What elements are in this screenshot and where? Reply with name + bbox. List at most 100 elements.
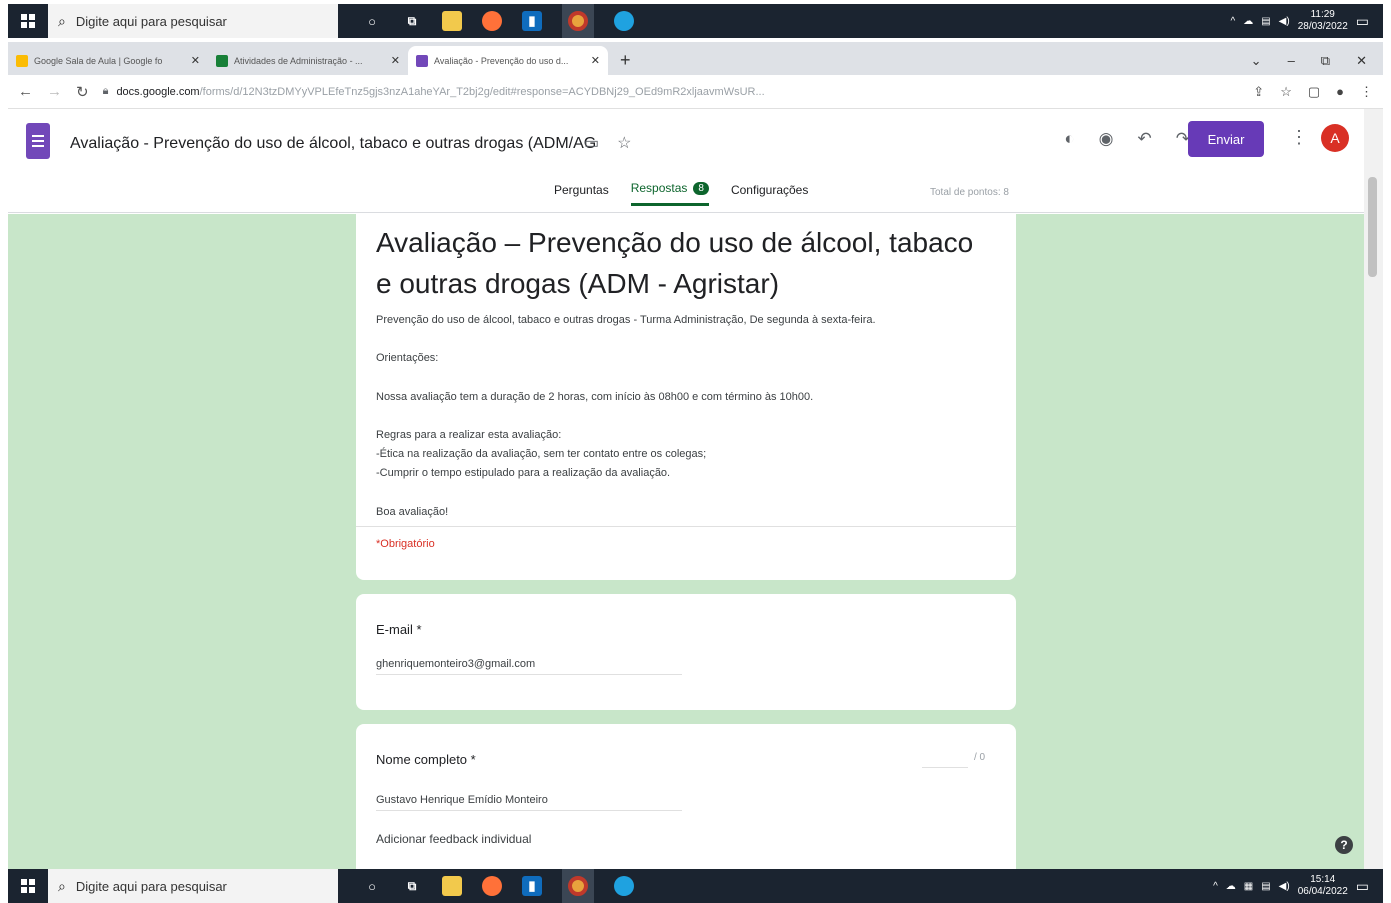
taskbar-search[interactable]: ⌕ Digite aqui para pesquisar xyxy=(48,4,338,38)
browser-tab-title: Atividades de Administração - ... xyxy=(234,55,363,66)
tab-questions[interactable]: Perguntas xyxy=(554,183,609,205)
edge-icon[interactable] xyxy=(614,11,634,31)
file-explorer-icon[interactable] xyxy=(442,11,462,31)
responses-count-badge: 8 xyxy=(693,181,709,195)
close-tab-icon[interactable]: ✕ xyxy=(191,54,200,67)
page-scrollbar[interactable] xyxy=(1364,109,1383,869)
palette-icon[interactable]: ◐ xyxy=(1064,129,1074,149)
preview-eye-icon[interactable]: ◉ xyxy=(1099,129,1114,149)
form-tabs: Perguntas Respostas 8 Configurações xyxy=(554,181,808,206)
points-input[interactable] xyxy=(922,752,968,768)
taskbar-clock[interactable]: 11:29 28/03/2022 xyxy=(1298,9,1348,33)
browser-tab-form[interactable]: Avaliação - Prevenção do uso d... ✕ xyxy=(408,46,608,75)
add-feedback-link[interactable]: Adicionar feedback individual xyxy=(376,832,531,846)
rule-item: -Ética na realização da avaliação, sem t… xyxy=(376,448,707,460)
search-icon: ⌕ xyxy=(58,877,66,894)
divider xyxy=(356,526,1016,527)
clock-date: 06/04/2022 xyxy=(1297,886,1348,897)
document-title[interactable]: Avaliação - Prevenção do uso de álcool, … xyxy=(70,135,596,153)
close-tab-icon[interactable]: ✕ xyxy=(591,54,600,67)
start-button[interactable] xyxy=(8,869,48,903)
meet-now-icon[interactable]: ▦ xyxy=(1244,881,1253,892)
forms-favicon-icon xyxy=(416,54,428,67)
outlook-icon[interactable]: ▮ xyxy=(522,11,542,31)
tab-search-icon[interactable]: ⌄ xyxy=(1251,53,1262,69)
restore-icon[interactable]: ⧉ xyxy=(1321,53,1330,69)
cloud-icon[interactable]: ☁ xyxy=(1243,16,1253,27)
edge-icon[interactable] xyxy=(614,876,634,896)
firefox-icon[interactable] xyxy=(482,11,502,31)
tray-chevron-icon[interactable]: ^ xyxy=(1213,881,1218,892)
extension-icon[interactable]: ● xyxy=(1336,84,1344,100)
firefox-icon[interactable] xyxy=(482,876,502,896)
closing-text: Boa avaliação! xyxy=(376,506,449,518)
browser-tab-activities[interactable]: Atividades de Administração - ... ✕ xyxy=(208,46,408,75)
taskbar-search[interactable]: ⌕ Digite aqui para pesquisar xyxy=(48,869,338,903)
share-icon[interactable]: ⇪ xyxy=(1253,84,1264,100)
screenshot-frame: ⌕ Digite aqui para pesquisar ○ ⧉ ▮ ^ ☁ ▤… xyxy=(0,0,1391,903)
header-tools: ◐ ◉ ↶ ↷ xyxy=(1064,129,1190,149)
network-icon[interactable]: ▤ xyxy=(1261,16,1270,27)
rule-item: -Cumprir o tempo estipulado para a reali… xyxy=(376,467,671,479)
google-forms-logo-icon[interactable] xyxy=(26,123,50,159)
tab-responses-label: Respostas xyxy=(630,181,688,195)
task-view-icon[interactable]: ⧉ xyxy=(402,876,422,896)
cortana-icon[interactable]: ○ xyxy=(362,876,382,896)
side-panel-icon[interactable]: ▢ xyxy=(1308,84,1320,100)
start-button[interactable] xyxy=(8,4,48,38)
reload-icon[interactable]: ↻ xyxy=(76,83,89,101)
network-icon[interactable]: ▤ xyxy=(1261,881,1270,892)
notifications-icon[interactable]: ▭ xyxy=(1356,13,1369,30)
avatar[interactable]: A xyxy=(1321,124,1349,152)
help-icon[interactable]: ? xyxy=(1335,836,1353,854)
minimize-icon[interactable]: – xyxy=(1288,53,1295,68)
forward-icon[interactable]: → xyxy=(47,83,62,100)
chrome-icon[interactable] xyxy=(562,869,594,903)
bookmark-star-icon[interactable]: ☆ xyxy=(1280,84,1292,100)
volume-icon[interactable]: ◀) xyxy=(1279,16,1290,27)
form-title: Avaliação – Prevenção do uso de álcool, … xyxy=(376,227,974,299)
url-host: docs.google.com xyxy=(116,85,200,98)
tab-responses[interactable]: Respostas 8 xyxy=(630,181,709,206)
volume-icon[interactable]: ◀) xyxy=(1279,881,1290,892)
chrome-icon[interactable] xyxy=(562,4,594,38)
taskbar-search-placeholder: Digite aqui para pesquisar xyxy=(75,878,227,894)
required-note: *Obrigatório xyxy=(376,538,435,550)
windows-icon xyxy=(21,14,35,28)
folder-icon[interactable]: ▭ xyxy=(584,133,599,153)
system-tray: ^ ☁ ▤ ◀) 11:29 28/03/2022 ▭ xyxy=(1231,9,1383,33)
browser-tab-title: Google Sala de Aula | Google fo xyxy=(34,55,163,66)
question-label: Nome completo * xyxy=(376,752,476,767)
tab-settings[interactable]: Configurações xyxy=(731,183,808,205)
send-button[interactable]: Enviar xyxy=(1188,121,1264,157)
clock-time: 15:14 xyxy=(1310,874,1336,885)
rules-title: Regras para a realizar esta avaliação: xyxy=(376,429,562,441)
undo-icon[interactable]: ↶ xyxy=(1138,129,1152,149)
taskbar-clock[interactable]: 15:14 06/04/2022 xyxy=(1298,874,1348,898)
browser-tab-classroom[interactable]: Google Sala de Aula | Google fo ✕ xyxy=(8,46,208,75)
toolbar-icons: ⇪ ☆ ▢ ● ⋮ xyxy=(1253,84,1373,100)
browser-menu-icon[interactable]: ⋮ xyxy=(1360,84,1373,100)
scrollbar-thumb[interactable] xyxy=(1368,177,1377,277)
taskbar-top: ⌕ Digite aqui para pesquisar ○ ⧉ ▮ ^ ☁ ▤… xyxy=(8,4,1383,38)
windows-icon xyxy=(21,879,35,893)
cloud-icon[interactable]: ☁ xyxy=(1226,881,1236,892)
address-bar[interactable]: 🔒︎ docs.google.com/forms/d/12N3tzDMYyVPL… xyxy=(103,79,1240,105)
more-options-icon[interactable]: ⋮ xyxy=(1290,127,1308,148)
task-view-icon[interactable]: ⧉ xyxy=(402,11,422,31)
back-icon[interactable]: ← xyxy=(18,83,33,100)
file-explorer-icon[interactable] xyxy=(442,876,462,896)
question-card-email: E-mail * ghenriquemonteiro3@gmail.com xyxy=(356,594,1016,710)
outlook-icon[interactable]: ▮ xyxy=(522,876,542,896)
notifications-icon[interactable]: ▭ xyxy=(1356,878,1369,895)
close-window-icon[interactable]: ✕ xyxy=(1356,53,1367,69)
cortana-icon[interactable]: ○ xyxy=(362,11,382,31)
browser-tab-title: Avaliação - Prevenção do uso d... xyxy=(434,55,569,66)
browser-toolbar: ← → ↻ 🔒︎ docs.google.com/forms/d/12N3tzD… xyxy=(8,75,1383,109)
url-path: /forms/d/12N3tzDMYyVPLEfeTnz5gjs3nzA1ahe… xyxy=(199,85,765,98)
new-tab-icon[interactable]: + xyxy=(608,46,643,75)
star-icon[interactable]: ☆ xyxy=(617,133,631,153)
tray-chevron-icon[interactable]: ^ xyxy=(1231,16,1236,27)
close-tab-icon[interactable]: ✕ xyxy=(391,54,400,67)
taskbar-apps: ○ ⧉ ▮ xyxy=(362,4,634,38)
